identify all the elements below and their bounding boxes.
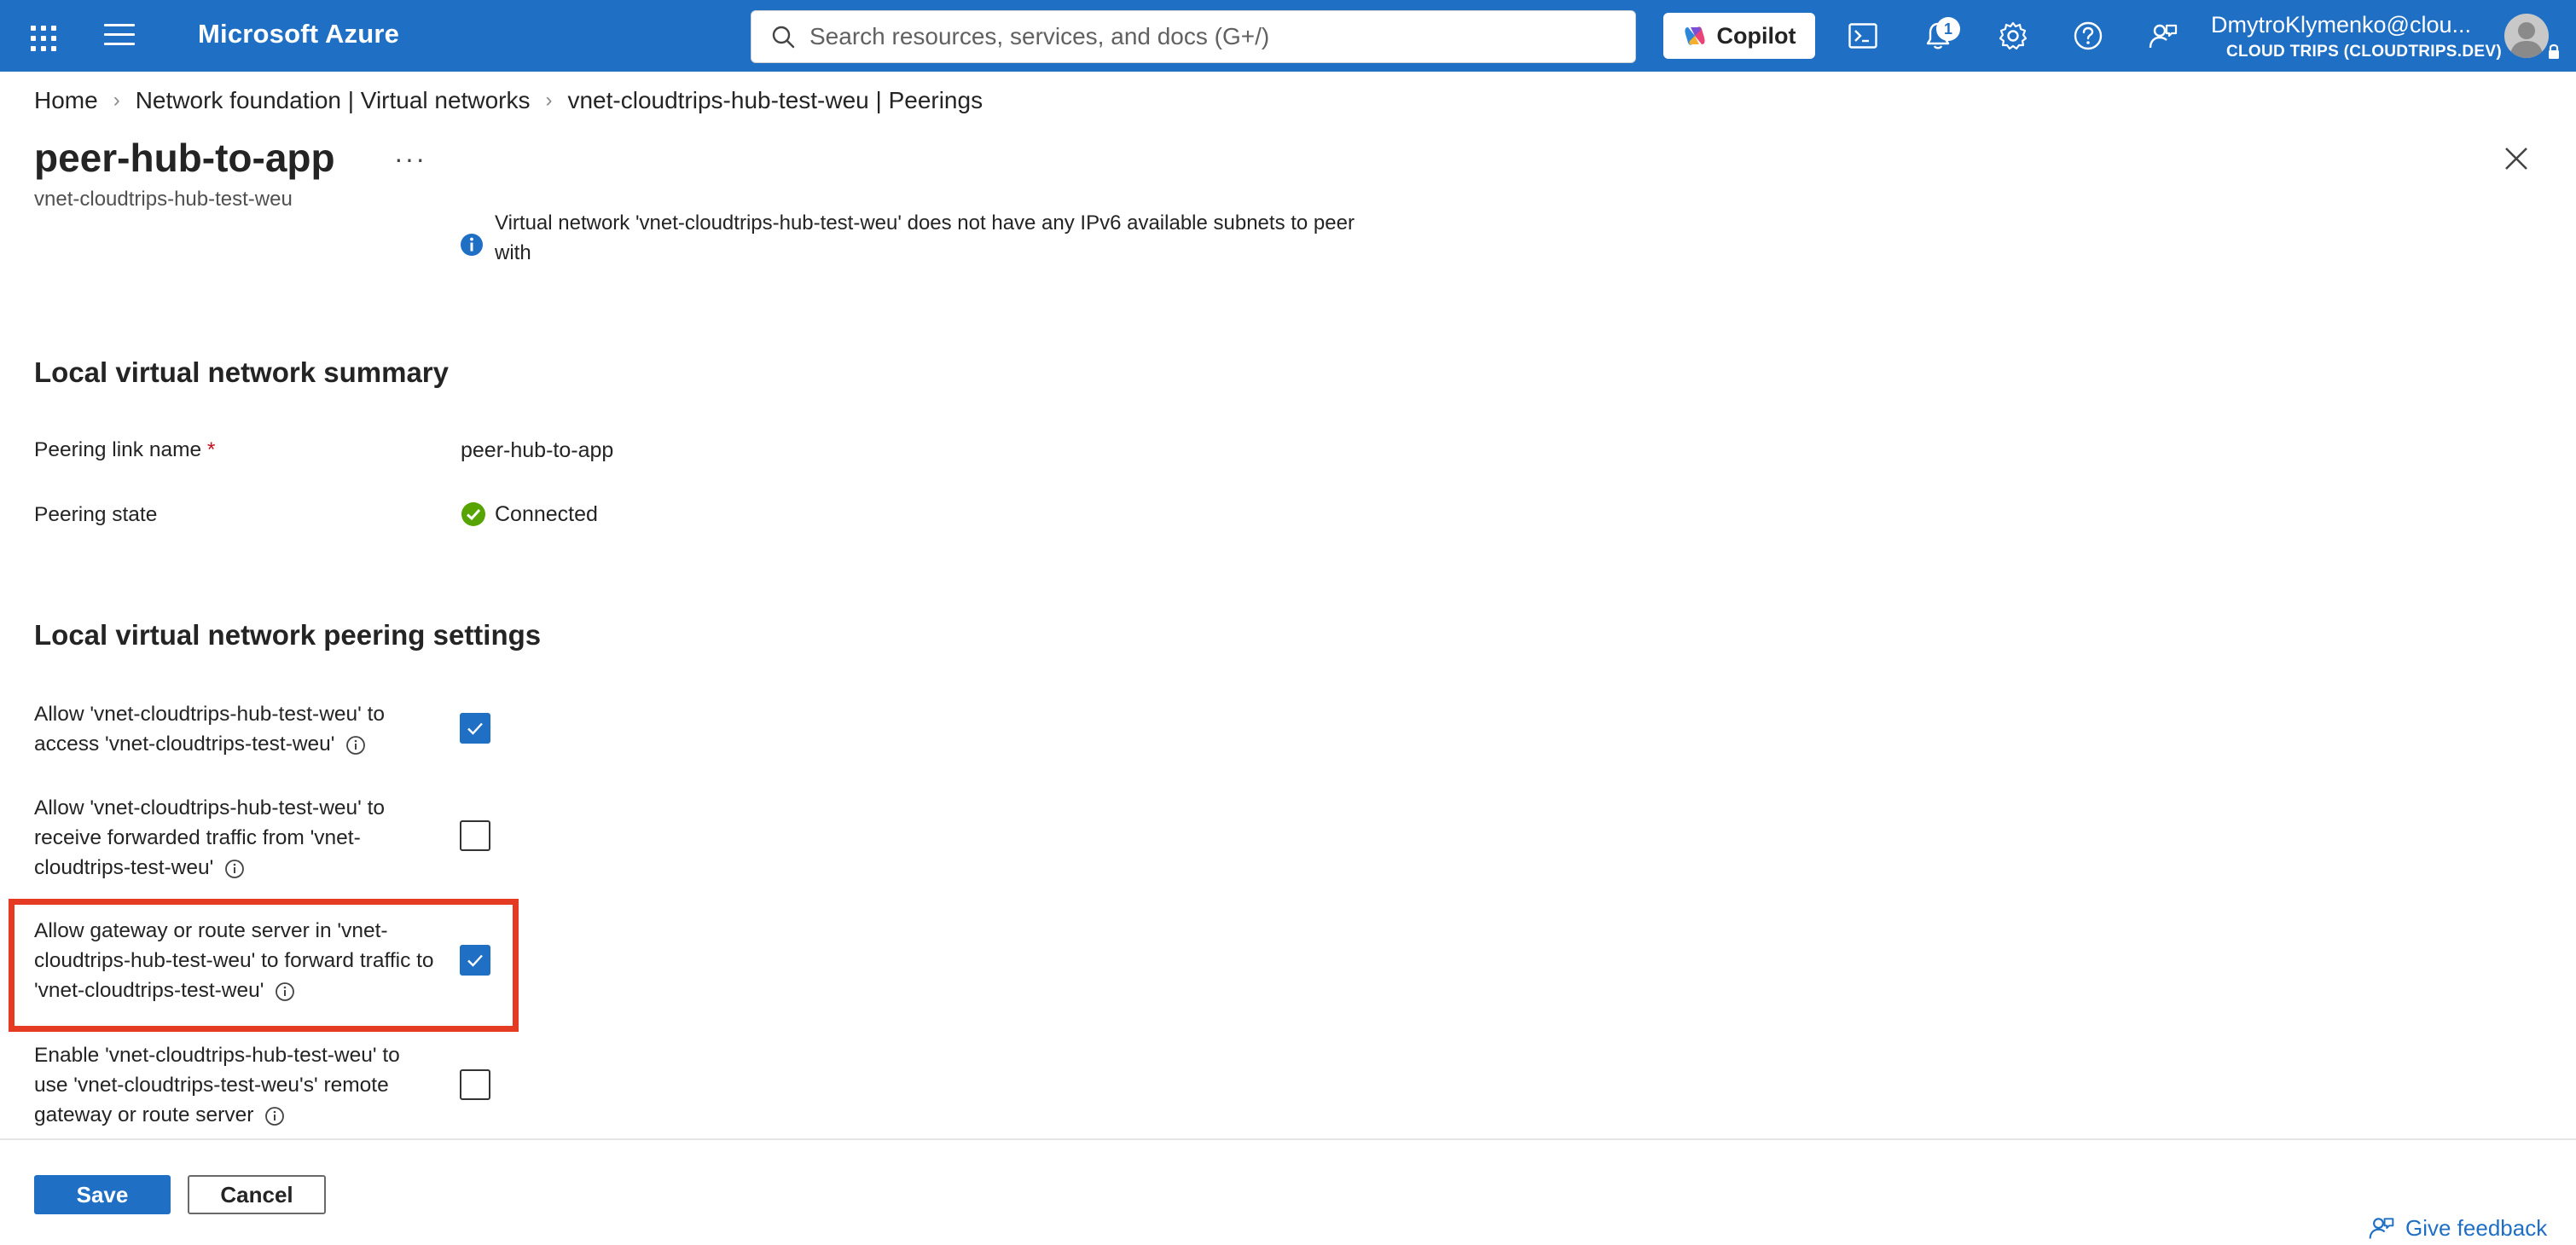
setting-allow-access-label: Allow 'vnet-cloudtrips-hub-test-weu' to …: [34, 699, 435, 759]
setting-allow-access-checkbox[interactable]: [460, 713, 490, 744]
setting-gateway-transit-label: Allow gateway or route server in 'vnet-c…: [34, 916, 461, 1005]
search-input[interactable]: [808, 22, 1579, 51]
info-banner-text: Virtual network 'vnet-cloudtrips-hub-tes…: [495, 211, 1355, 264]
more-options-button[interactable]: ···: [394, 143, 426, 175]
settings-heading: Local virtual network peering settings: [34, 619, 542, 651]
peering-state-value: Connected: [461, 501, 598, 527]
notification-badge: 1: [1936, 17, 1960, 41]
avatar-icon[interactable]: [2504, 14, 2549, 58]
feedback-icon[interactable]: [2146, 19, 2180, 53]
cloud-shell-icon[interactable]: [1846, 19, 1880, 53]
chevron-right-icon: ›: [545, 89, 553, 112]
required-mark: *: [206, 438, 216, 461]
brand-title[interactable]: Microsoft Azure: [198, 19, 399, 49]
search-box[interactable]: [751, 10, 1636, 63]
setting-forwarded-traffic-checkbox[interactable]: [460, 820, 490, 851]
give-feedback-link[interactable]: Give feedback: [2368, 1214, 2547, 1242]
peering-link-name-label: Peering link name *: [34, 435, 215, 465]
cancel-button[interactable]: Cancel: [188, 1175, 326, 1214]
setting-forwarded-traffic-label: Allow 'vnet-cloudtrips-hub-test-weu' to …: [34, 793, 435, 883]
user-name[interactable]: DmytroKlymenko@clou...: [2211, 12, 2471, 38]
app-launcher-icon[interactable]: [26, 20, 56, 51]
content-pane[interactable]: Virtual network 'vnet-cloudtrips-hub-tes…: [0, 210, 2576, 1138]
user-tenant[interactable]: CLOUD TRIPS (CLOUDTRIPS.DEV): [2226, 43, 2502, 61]
setting-remote-gateway-text: Enable 'vnet-cloudtrips-hub-test-weu' to…: [34, 1044, 400, 1126]
page-title: peer-hub-to-app: [34, 136, 335, 180]
peering-state-label: Peering state: [34, 503, 158, 526]
help-icon[interactable]: [2071, 19, 2105, 53]
setting-gateway-transit-text: Allow gateway or route server in 'vnet-c…: [34, 919, 434, 1002]
breadcrumb-home[interactable]: Home: [34, 87, 98, 114]
hamburger-menu-icon[interactable]: [104, 24, 135, 48]
setting-remote-gateway-checkbox[interactable]: [460, 1069, 490, 1100]
info-circle-icon[interactable]: [224, 859, 245, 879]
close-icon[interactable]: [2501, 143, 2532, 174]
check-circle-icon: [461, 502, 485, 526]
info-circle-icon[interactable]: [275, 982, 295, 1002]
footer-divider: [0, 1138, 2576, 1140]
save-button[interactable]: Save: [34, 1175, 171, 1214]
setting-gateway-transit-checkbox[interactable]: [460, 945, 490, 976]
lock-icon: [2549, 43, 2559, 59]
breadcrumb-virtual-networks[interactable]: Network foundation | Virtual networks: [136, 87, 531, 114]
peering-link-name-value: peer-hub-to-app: [461, 438, 614, 462]
copilot-icon: [1684, 26, 1705, 45]
search-icon: [772, 26, 795, 49]
setting-forwarded-traffic-text: Allow 'vnet-cloudtrips-hub-test-weu' to …: [34, 796, 386, 879]
give-feedback-label: Give feedback: [2405, 1214, 2548, 1241]
peering-state-text: Connected: [495, 501, 598, 526]
setting-remote-gateway-label: Enable 'vnet-cloudtrips-hub-test-weu' to…: [34, 1040, 435, 1130]
breadcrumb: Home › Network foundation | Virtual netw…: [34, 87, 983, 114]
chevron-right-icon: ›: [113, 89, 120, 112]
copilot-button[interactable]: Copilot: [1663, 13, 1815, 59]
info-icon: [461, 234, 483, 256]
copilot-label: Copilot: [1716, 22, 1796, 49]
gear-icon[interactable]: [1996, 19, 2030, 53]
summary-heading: Local virtual network summary: [34, 356, 449, 388]
setting-allow-access-text: Allow 'vnet-cloudtrips-hub-test-weu' to …: [34, 703, 386, 756]
breadcrumb-peerings[interactable]: vnet-cloudtrips-hub-test-weu | Peerings: [567, 87, 983, 114]
top-bar: Microsoft Azure Copilot 1 DmytroKlymenko…: [0, 0, 2576, 72]
info-circle-icon[interactable]: [345, 735, 366, 756]
info-circle-icon[interactable]: [264, 1106, 285, 1126]
page-subtitle: vnet-cloudtrips-hub-test-weu: [34, 188, 293, 211]
peering-link-name-label-text: Peering link name: [34, 438, 202, 461]
feedback-person-icon: [2369, 1218, 2394, 1239]
